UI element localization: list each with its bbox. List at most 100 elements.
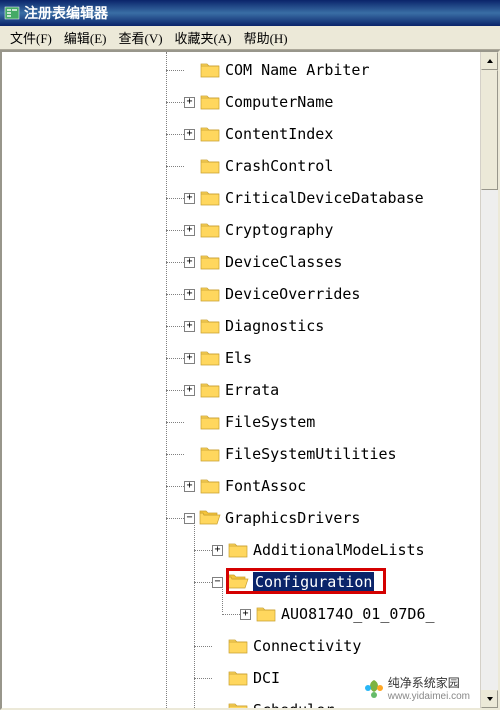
tree-node-label[interactable]: Connectivity (253, 637, 361, 655)
tree-node-label[interactable]: CriticalDeviceDatabase (225, 189, 424, 207)
tree-node[interactable]: + DeviceOverrides (24, 278, 480, 310)
tree-node-label[interactable]: FileSystemUtilities (225, 445, 397, 463)
tree-hline (194, 678, 212, 679)
expander-none (184, 417, 195, 428)
menu-file[interactable]: 文件(F) (4, 28, 58, 47)
tree-node[interactable]: + Els (24, 342, 480, 374)
tree-node[interactable]: COM Name Arbiter (24, 54, 480, 86)
tree-hline (194, 550, 212, 551)
folder-closed-icon (199, 317, 221, 335)
expander-collapsed[interactable]: + (184, 481, 195, 492)
tree-node-label[interactable]: DCI (253, 669, 280, 687)
folder-closed-icon (255, 605, 277, 623)
folder-closed-icon (199, 381, 221, 399)
tree-node-label[interactable]: Errata (225, 381, 279, 399)
expander-collapsed[interactable]: + (240, 609, 251, 620)
folder-closed-icon (199, 349, 221, 367)
folder-closed-icon (199, 253, 221, 271)
tree-node[interactable]: + AUO8174O_01_07D6_ (24, 598, 480, 630)
expander-collapsed[interactable]: + (184, 385, 195, 396)
folder-closed-icon (199, 157, 221, 175)
tree-node-label[interactable]: ComputerName (225, 93, 333, 111)
tree-node[interactable]: + FontAssoc (24, 470, 480, 502)
menu-favorites[interactable]: 收藏夹(A) (169, 28, 238, 47)
tree-node-label[interactable]: Cryptography (225, 221, 333, 239)
expander-expanded[interactable]: − (212, 577, 223, 588)
title-text: 注册表编辑器 (24, 3, 108, 23)
vertical-scrollbar[interactable] (480, 52, 498, 708)
expander-collapsed[interactable]: + (184, 353, 195, 364)
watermark-text: 纯净系统家园 www.yidaimei.com (388, 674, 470, 702)
tree-node[interactable]: Connectivity (24, 630, 480, 662)
tree-hline (166, 358, 184, 359)
scrollbar-up-button[interactable] (481, 52, 498, 70)
tree-node[interactable]: + Diagnostics (24, 310, 480, 342)
tree-node-label[interactable]: FileSystem (225, 413, 315, 431)
folder-closed-icon (199, 189, 221, 207)
tree-hline (222, 614, 240, 615)
tree-node-label[interactable]: Configuration (253, 572, 374, 592)
expander-collapsed[interactable]: + (184, 321, 195, 332)
tree-node[interactable]: + DeviceClasses (24, 246, 480, 278)
tree-node-label[interactable]: CrashControl (225, 157, 333, 175)
tree-node-label[interactable]: AdditionalModeLists (253, 541, 425, 559)
tree-hline (166, 102, 184, 103)
tree-node-label[interactable]: Scheduler (253, 701, 334, 710)
folder-closed-icon (199, 477, 221, 495)
tree-hline (166, 390, 184, 391)
scrollbar-thumb[interactable] (481, 70, 498, 190)
tree-node-label[interactable]: COM Name Arbiter (225, 61, 370, 79)
folder-closed-icon (199, 125, 221, 143)
folder-closed-icon (199, 285, 221, 303)
scrollbar-down-button[interactable] (481, 690, 498, 708)
menu-help[interactable]: 帮助(H) (238, 28, 294, 47)
expander-collapsed[interactable]: + (184, 97, 195, 108)
folder-closed-icon (227, 541, 249, 559)
tree-node-label[interactable]: ContentIndex (225, 125, 333, 143)
tree-node[interactable]: + Cryptography (24, 214, 480, 246)
watermark-brand: 纯净系统家园 (388, 674, 470, 691)
folder-open-icon (227, 573, 249, 591)
tree-node-label[interactable]: AUO8174O_01_07D6_ (281, 605, 435, 623)
tree-node-label[interactable]: FontAssoc (225, 477, 306, 495)
watermark: 纯净系统家园 www.yidaimei.com (364, 674, 470, 702)
expander-collapsed[interactable]: + (184, 129, 195, 140)
tree-node[interactable]: + ComputerName (24, 86, 480, 118)
tree-node[interactable]: − Configuration (24, 566, 480, 598)
tree-hline (166, 70, 184, 71)
tree-node-label[interactable]: DeviceClasses (225, 253, 342, 271)
tree-node-label[interactable]: Els (225, 349, 252, 367)
expander-none (184, 449, 195, 460)
menu-bar: 文件(F) 编辑(E) 查看(V) 收藏夹(A) 帮助(H) (0, 26, 500, 50)
tree-node-label[interactable]: DeviceOverrides (225, 285, 360, 303)
tree-node[interactable]: FileSystem (24, 406, 480, 438)
tree-node[interactable]: − GraphicsDrivers (24, 502, 480, 534)
tree-node[interactable]: + AdditionalModeLists (24, 534, 480, 566)
scrollbar-track[interactable] (481, 70, 498, 690)
tree-node-label[interactable]: Diagnostics (225, 317, 324, 335)
folder-open-icon (199, 509, 221, 527)
watermark-logo-icon (364, 678, 384, 698)
expander-none (184, 161, 195, 172)
expander-collapsed[interactable]: + (184, 289, 195, 300)
expander-collapsed[interactable]: + (212, 545, 223, 556)
tree-node[interactable]: + CriticalDeviceDatabase (24, 182, 480, 214)
tree-hline (166, 326, 184, 327)
menu-view[interactable]: 查看(V) (113, 28, 169, 47)
expander-collapsed[interactable]: + (184, 193, 195, 204)
tree-node[interactable]: + Errata (24, 374, 480, 406)
menu-edit[interactable]: 编辑(E) (58, 28, 113, 47)
tree-node[interactable]: + ContentIndex (24, 118, 480, 150)
left-gutter (2, 52, 24, 708)
expander-collapsed[interactable]: + (184, 225, 195, 236)
tree-hline (166, 518, 184, 519)
tree-node[interactable]: CrashControl (24, 150, 480, 182)
tree-node[interactable]: FileSystemUtilities (24, 438, 480, 470)
expander-expanded[interactable]: − (184, 513, 195, 524)
registry-tree[interactable]: COM Name Arbiter + ComputerName + ContentInd… (24, 52, 480, 708)
folder-closed-icon (227, 701, 249, 710)
tree-hline (166, 262, 184, 263)
tree-hline (166, 422, 184, 423)
tree-node-label[interactable]: GraphicsDrivers (225, 509, 360, 527)
expander-collapsed[interactable]: + (184, 257, 195, 268)
